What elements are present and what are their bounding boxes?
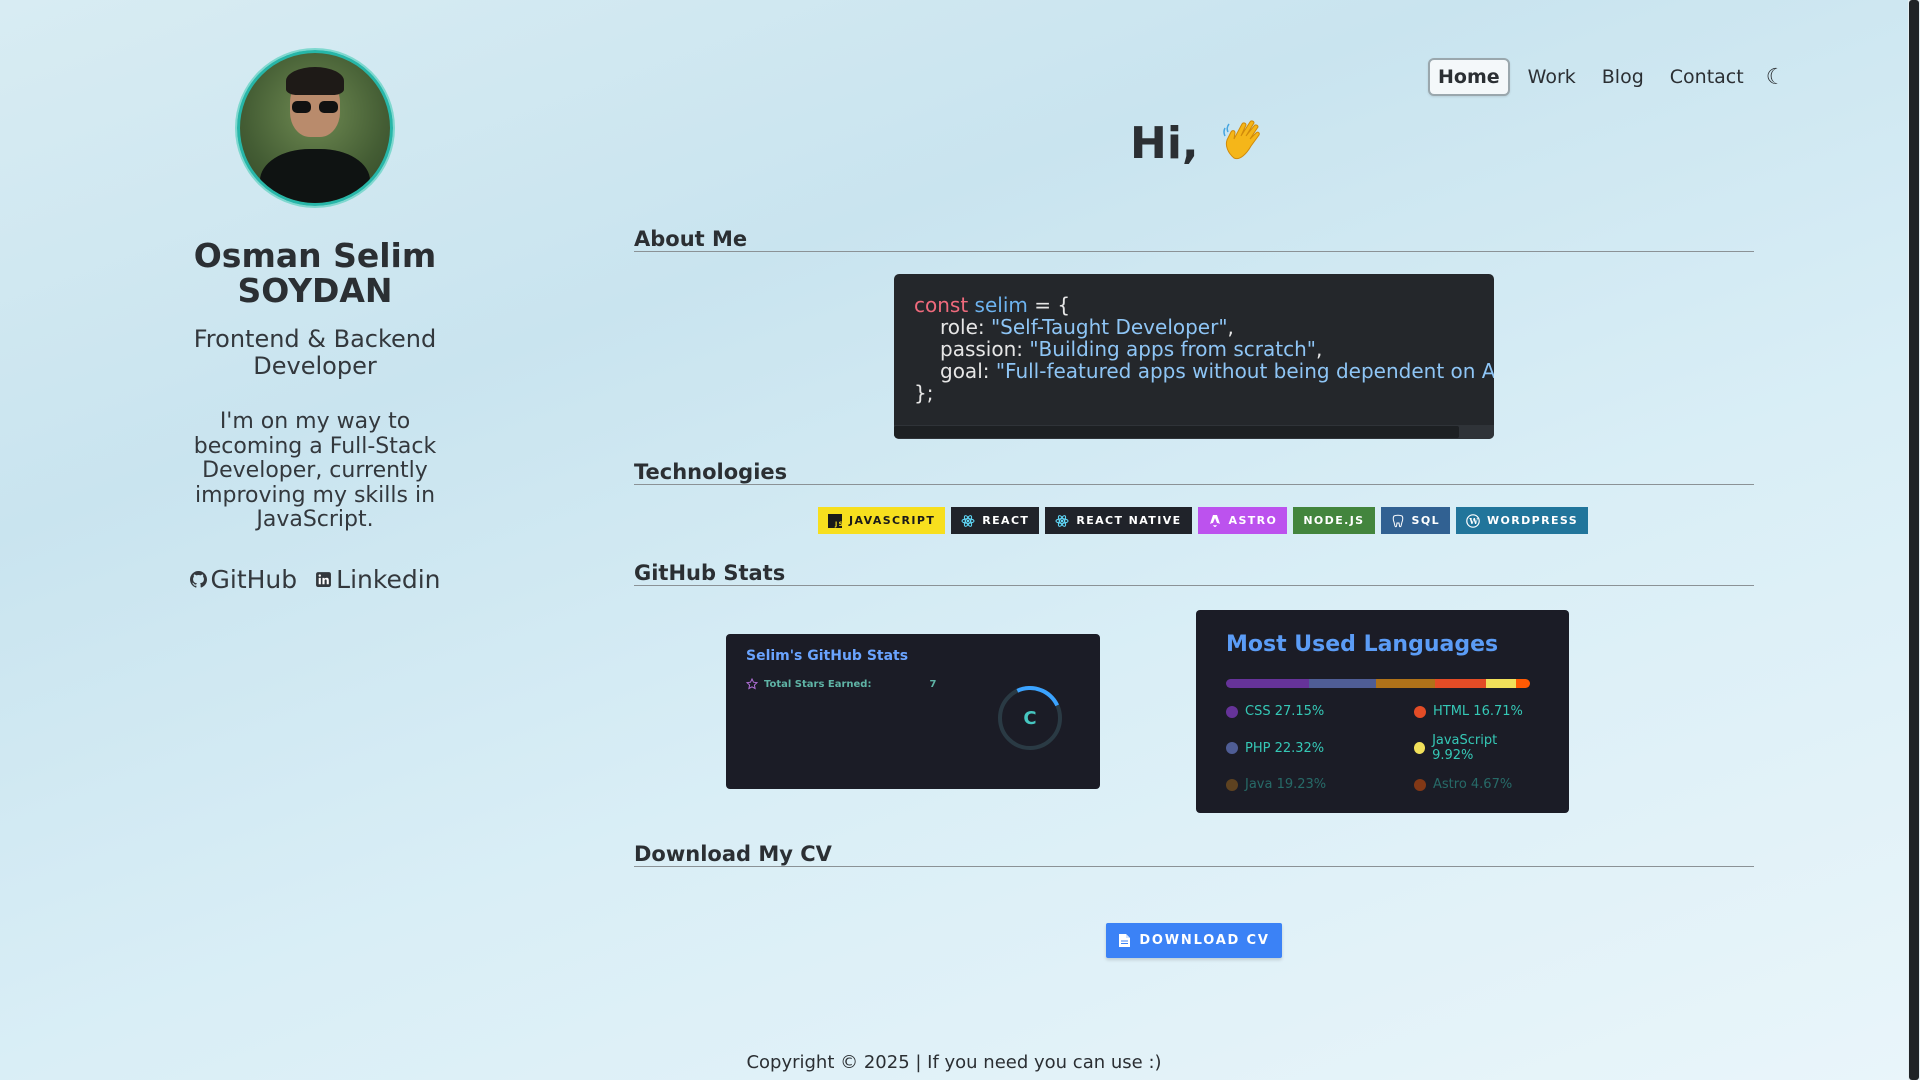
tech-badge-javascript: JS JAVASCRIPT (818, 507, 946, 534)
wordpress-icon: W (1466, 513, 1480, 528)
nav-item-blog[interactable]: Blog (1594, 60, 1652, 94)
legend-label: Astro 4.67% (1433, 777, 1513, 792)
tech-badge-label: JAVASCRIPT (849, 514, 936, 527)
legend-item-javascript: JavaScript 9.92% (1414, 733, 1534, 763)
avatar (237, 50, 393, 206)
code-block: const selim = { role: "Self-Taught Devel… (894, 274, 1494, 439)
download-cv-button[interactable]: DOWNLOAD CV (1106, 923, 1282, 958)
languages-legend: CSS 27.15% HTML 16.71% PHP 22.32% JavaSc… (1226, 704, 1539, 792)
code-string: "Building apps from scratch" (1029, 337, 1316, 361)
page-scrollbar[interactable] (1908, 0, 1920, 1080)
nav-item-home[interactable]: Home (1428, 58, 1510, 96)
tech-badge-react-native: REACT NATIVE (1045, 507, 1192, 534)
astro-icon (1209, 514, 1220, 527)
star-icon (746, 678, 758, 690)
language-bar-segment-html (1434, 679, 1486, 688)
tech-badge-react: REACT (951, 507, 1040, 534)
github-icon (189, 570, 207, 588)
file-icon (1119, 934, 1131, 947)
legend-item-php: PHP 22.32% (1226, 733, 1414, 763)
github-link[interactable]: GitHub (189, 564, 298, 594)
tech-badge-wordpress: W WORDPRESS (1456, 507, 1589, 534)
code-keyword: const (914, 293, 969, 317)
tech-badge-nodejs: NODE.JS (1293, 507, 1375, 534)
section-heading-about: About Me (634, 227, 1754, 252)
language-bar-segment-java (1376, 679, 1435, 688)
nav-item-contact[interactable]: Contact (1662, 60, 1752, 94)
technology-badges: JS JAVASCRIPT REACT REACT NATIVE ASTRO N… (818, 507, 1589, 534)
code-key: role: (940, 315, 991, 339)
greeting: Hi, (1130, 118, 1266, 169)
most-used-languages-card: Most Used Languages CSS 27.15% HTML 16.7… (1196, 610, 1569, 813)
legend-item-java: Java 19.23% (1226, 777, 1414, 792)
postgresql-icon (1392, 514, 1403, 527)
languages-bar (1226, 679, 1530, 688)
legend-item-astro: Astro 4.67% (1414, 777, 1534, 792)
scrollbar-thumb[interactable] (1909, 0, 1919, 1080)
svg-text:JS: JS (834, 521, 842, 528)
linkedin-link[interactable]: Linkedin (315, 564, 441, 594)
code-horizontal-scrollbar[interactable] (894, 425, 1494, 439)
grade-label: C (1023, 707, 1037, 729)
profile-bio: I'm on my way to becoming a Full-Stack D… (193, 409, 437, 532)
code-close: }; (914, 381, 934, 405)
footer-copyright: Copyright © 2025 | If you need you can u… (746, 1052, 1162, 1073)
tech-badge-label: REACT NATIVE (1076, 514, 1182, 527)
code-string: "Full-featured apps without being depend… (995, 359, 1494, 383)
code-scrollbar-thumb[interactable] (894, 426, 1459, 438)
legend-label: PHP 22.32% (1245, 740, 1325, 756)
tech-badge-sql: SQL (1380, 507, 1450, 534)
grade-ring: C (998, 686, 1062, 750)
tech-badge-label: REACT (982, 514, 1030, 527)
legend-item-css: CSS 27.15% (1226, 704, 1414, 719)
waving-hand-icon (1223, 120, 1260, 160)
code-string: "Self-Taught Developer" (990, 315, 1228, 339)
code-operator: = { (1027, 293, 1071, 317)
language-bar-segment-javascript (1485, 679, 1516, 688)
linkedin-icon (316, 571, 332, 587)
tech-badge-astro: ASTRO (1197, 507, 1288, 534)
code-variable: selim (974, 293, 1028, 317)
code-key: goal: (940, 359, 996, 383)
stats-label: Total Stars Earned: (764, 678, 872, 690)
section-heading-technologies: Technologies (634, 460, 1754, 485)
tech-badge-label: NODE.JS (1303, 514, 1365, 527)
section-heading-github-stats: GitHub Stats (634, 561, 1754, 586)
react-icon (1055, 514, 1069, 527)
languages-title: Most Used Languages (1226, 632, 1499, 657)
greeting-text: Hi, (1130, 118, 1199, 169)
legend-label: CSS 27.15% (1245, 704, 1325, 719)
stats-value: 7 (929, 678, 937, 690)
language-bar-segment-php (1308, 679, 1377, 688)
legend-label: JavaScript 9.92% (1432, 733, 1498, 763)
tech-badge-label: SQL (1411, 514, 1440, 527)
javascript-icon: JS (828, 513, 842, 528)
moon-icon[interactable]: ☾ (1766, 65, 1786, 90)
language-bar-segment-astro (1515, 679, 1530, 688)
legend-label: Java 19.23% (1245, 777, 1327, 792)
download-cv-label: DOWNLOAD CV (1139, 933, 1270, 948)
github-link-label: GitHub (210, 564, 298, 594)
section-heading-download-cv: Download My CV (634, 842, 1754, 867)
legend-item-html: HTML 16.71% (1414, 704, 1534, 719)
github-stats-card: Selim's GitHub Stats Total Stars Earned:… (726, 634, 1100, 789)
svg-text:W: W (1468, 516, 1479, 526)
profile-role: Frontend & Backend Developer (193, 325, 437, 380)
linkedin-link-label: Linkedin (336, 564, 441, 594)
profile-name: Osman Selim SOYDAN (193, 236, 437, 310)
code-key: passion: (940, 337, 1030, 361)
legend-label: HTML 16.71% (1433, 704, 1523, 719)
social-links: GitHub Linkedin (150, 565, 480, 594)
top-nav: Home Work Blog Contact ☾ (1428, 58, 1785, 96)
react-icon (961, 514, 975, 527)
profile-sidebar: Osman Selim SOYDAN Frontend & Backend De… (150, 50, 480, 594)
tech-badge-label: WORDPRESS (1487, 514, 1579, 527)
github-stats-title: Selim's GitHub Stats (746, 648, 909, 664)
language-bar-segment-css (1226, 679, 1309, 688)
nav-item-work[interactable]: Work (1520, 60, 1584, 94)
tech-badge-label: ASTRO (1228, 514, 1278, 527)
